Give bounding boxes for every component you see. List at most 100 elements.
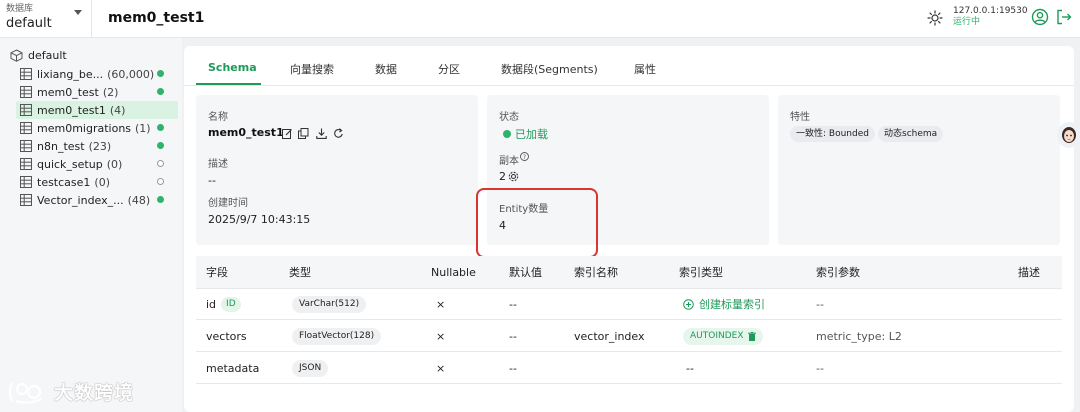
collection-count: (0) xyxy=(106,157,123,171)
edit-icon[interactable] xyxy=(282,128,293,139)
table-icon xyxy=(20,194,32,206)
tab-vector-search[interactable]: 向量搜索 xyxy=(290,61,334,77)
features-label: 特性 xyxy=(790,112,810,123)
autoindex-badge: AUTOINDEX xyxy=(683,327,763,345)
index-params-cell: -- xyxy=(816,297,824,311)
column-header: 索引名称 xyxy=(574,266,618,279)
collection-name: testcase1 xyxy=(37,175,91,189)
create-scalar-index-button[interactable]: 创建标量索引 xyxy=(683,289,765,319)
consistency-badge: 一致性: Bounded xyxy=(790,126,875,142)
index-type-label: AUTOINDEX xyxy=(690,330,744,341)
table-row: vectors FloatVector(128) × -- vector_ind… xyxy=(196,321,1062,352)
type-pill: VarChar(512) xyxy=(292,295,367,313)
default-cell: -- xyxy=(509,297,517,311)
tab-data[interactable]: 数据 xyxy=(375,61,397,77)
created-time-label: 创建时间 xyxy=(208,198,248,209)
field-name: id xyxy=(206,297,217,311)
index-params-cell: -- xyxy=(816,361,824,375)
table-icon xyxy=(20,176,32,188)
sidebar: default lixiang_be... (60,000) mem0_test… xyxy=(0,38,182,412)
assistant-avatar[interactable] xyxy=(1057,122,1080,148)
description-label: 描述 xyxy=(208,159,228,170)
collection-count: (1) xyxy=(135,121,151,135)
nullable-cell: × xyxy=(436,297,446,311)
collection-count: (4) xyxy=(109,103,126,117)
page-title: mem0_test1 xyxy=(108,10,205,26)
table-icon xyxy=(20,104,32,116)
loaded-status-dot xyxy=(157,196,164,203)
primary-key-tag: ID xyxy=(221,296,241,312)
replica-label: 副本 xyxy=(499,156,519,167)
watermark: 大数跨境 xyxy=(8,378,134,405)
info-card-features: 特性 一致性: Bounded 动态schema xyxy=(778,95,1060,245)
type-cell: JSON xyxy=(292,353,329,383)
cube-icon xyxy=(10,49,23,62)
sidebar-item-collection-active[interactable]: mem0_test1 (4) xyxy=(16,101,178,119)
main-panel: Schema 向量搜索 数据 分区 数据段(Segments) 属性 名称 me… xyxy=(184,46,1074,412)
sidebar-item-collection[interactable]: testcase1 (0) xyxy=(16,173,178,191)
entity-count-highlight xyxy=(476,188,598,258)
sidebar-item-collection[interactable]: Vector_index_... (48) xyxy=(16,191,178,209)
name-label: 名称 xyxy=(208,112,228,123)
status-label: 状态 xyxy=(499,112,519,123)
tab-properties[interactable]: 属性 xyxy=(634,61,656,77)
field-name: metadata xyxy=(206,361,260,375)
server-address: 127.0.0.1:19530 xyxy=(953,6,1028,16)
collection-count: (23) xyxy=(88,139,112,153)
gear-icon[interactable] xyxy=(508,171,519,182)
watermark-text: 大数跨境 xyxy=(54,382,135,404)
collection-count: (0) xyxy=(94,175,111,189)
loaded-status-dot xyxy=(157,70,164,77)
collection-name: lixiang_be... xyxy=(37,67,104,81)
logout-icon[interactable] xyxy=(1055,8,1073,26)
user-circle-icon[interactable] xyxy=(1031,8,1049,26)
collection-name: mem0_test1 xyxy=(37,103,106,117)
column-header: Nullable xyxy=(431,265,476,279)
collection-name-value: mem0_test1 xyxy=(208,126,284,139)
tab-schema[interactable]: Schema xyxy=(208,61,257,74)
collection-count: (60,000) xyxy=(107,67,155,81)
download-icon[interactable] xyxy=(316,128,327,139)
replica-value: 2 xyxy=(499,170,506,183)
nullable-cell: × xyxy=(436,361,446,375)
sun-icon[interactable] xyxy=(927,10,943,26)
loaded-status-dot xyxy=(157,142,164,149)
index-name-cell: vector_index xyxy=(574,329,645,343)
trash-icon[interactable] xyxy=(747,331,756,341)
table-icon xyxy=(20,86,32,98)
field-cell: vectors xyxy=(206,321,247,351)
table-row: metadata JSON × -- -- -- xyxy=(196,353,1062,384)
plus-circle-icon xyxy=(683,298,694,310)
watermark-logo-icon xyxy=(8,382,43,404)
column-header: 索引参数 xyxy=(816,266,860,279)
refresh-icon[interactable] xyxy=(333,128,344,139)
tab-segments[interactable]: 数据段(Segments) xyxy=(501,61,598,77)
status-badge: 已加载 xyxy=(503,126,548,142)
index-type-cell: -- xyxy=(686,361,694,375)
tab-partitions[interactable]: 分区 xyxy=(438,61,460,77)
tab-bar: Schema 向量搜索 数据 分区 数据段(Segments) 属性 xyxy=(184,46,1074,86)
help-icon[interactable]: ? xyxy=(520,152,529,161)
sidebar-item-collection[interactable]: n8n_test (23) xyxy=(16,137,178,155)
tree-root-database[interactable]: default xyxy=(10,49,67,62)
field-cell: metadata xyxy=(206,353,259,383)
table-icon xyxy=(20,122,32,134)
collection-name: mem0_test xyxy=(37,85,99,99)
sidebar-item-collection[interactable]: mem0_test (2) xyxy=(16,83,178,101)
create-scalar-index-label: 创建标量索引 xyxy=(699,298,765,311)
type-pill: JSON xyxy=(292,359,329,377)
status-value: 已加载 xyxy=(515,128,548,141)
tree-root-label: default xyxy=(28,49,67,62)
sidebar-item-collection[interactable]: quick_setup (0) xyxy=(16,155,178,173)
database-select[interactable]: 数据库 default xyxy=(0,0,92,38)
column-header: 默认值 xyxy=(509,266,542,279)
copy-icon[interactable] xyxy=(298,128,309,139)
created-time-value: 2025/9/7 10:43:15 xyxy=(208,213,311,226)
active-tab-indicator xyxy=(196,83,261,85)
table-icon xyxy=(20,158,32,170)
loaded-status-dot xyxy=(157,88,164,95)
sidebar-item-collection[interactable]: lixiang_be... (60,000) xyxy=(16,65,178,83)
index-params-cell: metric_type: L2 xyxy=(816,329,902,343)
column-header: 类型 xyxy=(289,266,311,279)
sidebar-item-collection[interactable]: mem0migrations (1) xyxy=(16,119,178,137)
